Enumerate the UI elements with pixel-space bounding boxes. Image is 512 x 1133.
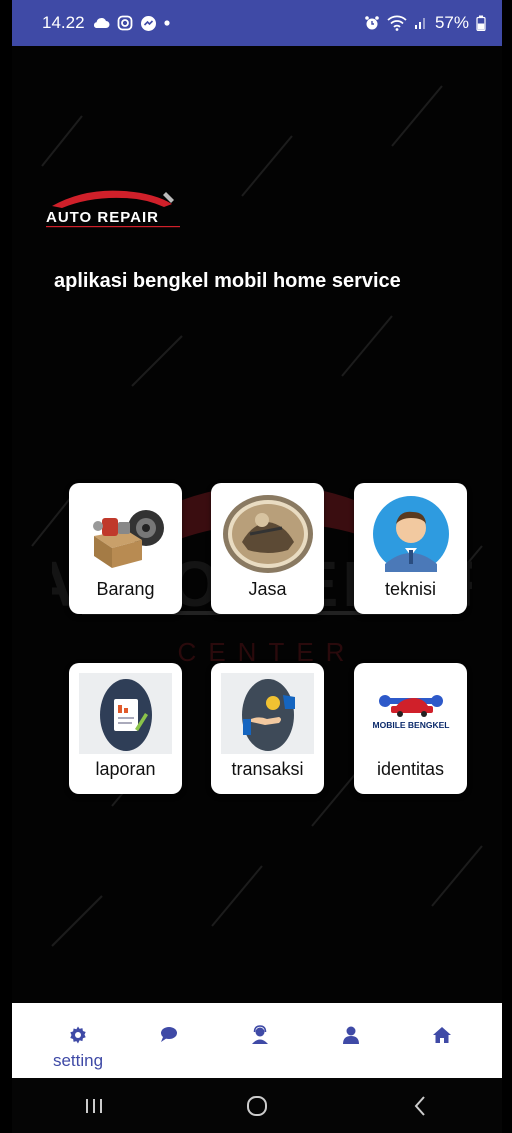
technician-avatar-icon xyxy=(364,493,457,574)
chat-icon xyxy=(161,1027,177,1042)
nav-home[interactable] xyxy=(410,1025,474,1045)
recent-apps-button[interactable] xyxy=(64,1086,124,1126)
menu-card-transaksi[interactable]: transaksi xyxy=(211,663,324,794)
parts-box-icon xyxy=(79,493,172,574)
wifi-icon xyxy=(387,15,407,31)
auto-repair-logo: AUTO REPAIR xyxy=(46,190,180,228)
gear-icon xyxy=(70,1026,86,1044)
menu-label-teknisi: teknisi xyxy=(384,579,437,599)
nav-support[interactable] xyxy=(228,1025,292,1045)
dot-icon xyxy=(163,20,170,26)
back-icon xyxy=(414,1095,426,1116)
menu-card-barang[interactable]: Barang xyxy=(69,483,182,614)
menu-label-transaksi: transaksi xyxy=(231,759,304,779)
instagram-icon xyxy=(117,15,133,31)
mechanic-icon xyxy=(221,493,314,574)
home-screen: AUTO REPAIR CENTER AUTO REPAIR aplikasi … xyxy=(12,46,502,1003)
nav-chat[interactable] xyxy=(137,1025,201,1043)
alarm-icon xyxy=(364,15,380,31)
clock: 14.22 xyxy=(42,13,85,32)
menu-label-barang: Barang xyxy=(96,579,155,599)
payment-hand-icon xyxy=(221,673,314,754)
cloud-icon xyxy=(92,17,110,29)
menu-card-teknisi[interactable]: teknisi xyxy=(354,483,467,614)
menu-label-jasa: Jasa xyxy=(248,579,287,599)
nav-setting-label: setting xyxy=(52,1051,104,1070)
home-icon xyxy=(433,1027,451,1043)
back-button[interactable] xyxy=(390,1086,450,1126)
nav-profile[interactable] xyxy=(319,1025,383,1045)
signal-icon xyxy=(414,16,428,30)
mobile-bengkel-logo: MOBILE BENGKEL xyxy=(364,673,457,754)
logo-text: AUTO REPAIR xyxy=(46,209,159,226)
menu-card-laporan[interactable]: laporan xyxy=(69,663,182,794)
system-navigation-bar xyxy=(12,1078,502,1133)
identitas-logo-text: MOBILE BENGKEL xyxy=(372,720,449,730)
menu-card-identitas[interactable]: MOBILE BENGKEL identitas xyxy=(354,663,467,794)
menu-label-laporan: laporan xyxy=(95,759,156,779)
battery-icon xyxy=(476,15,486,31)
menu-label-identitas: identitas xyxy=(376,759,445,779)
status-bar: 14.22 57% xyxy=(12,0,502,46)
home-circle-icon xyxy=(246,1095,267,1116)
page-title: aplikasi bengkel mobil home service xyxy=(54,270,401,292)
person-icon xyxy=(343,1026,359,1044)
home-button[interactable] xyxy=(227,1086,287,1126)
nav-setting[interactable]: setting xyxy=(46,1025,110,1071)
bottom-navigation: setting xyxy=(12,1003,502,1078)
report-document-icon xyxy=(79,673,172,754)
menu-card-jasa[interactable]: Jasa xyxy=(211,483,324,614)
support-agent-icon xyxy=(252,1025,268,1044)
messenger-icon xyxy=(140,15,157,32)
battery-percent: 57% xyxy=(434,13,469,32)
recent-apps-icon xyxy=(85,1098,102,1113)
